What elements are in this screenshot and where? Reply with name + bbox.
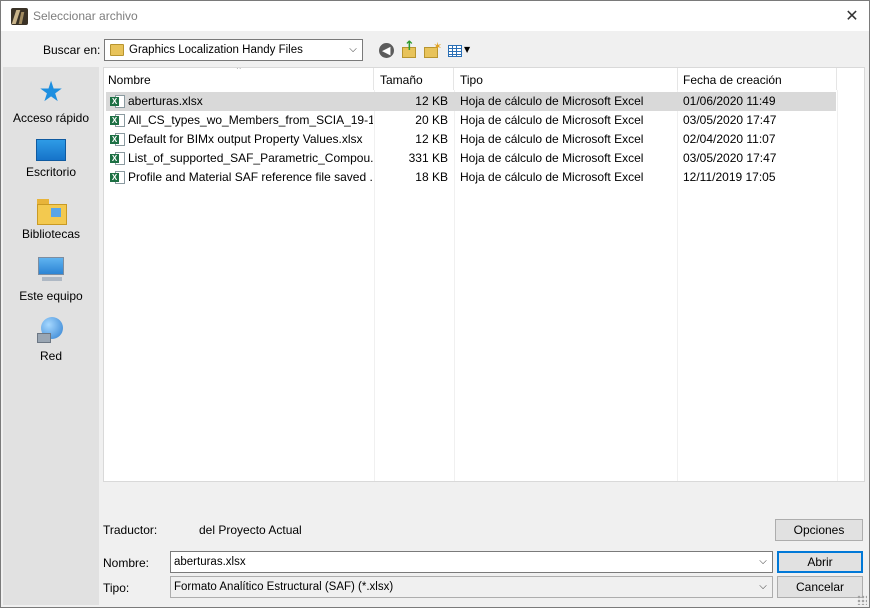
place-this-pc[interactable]: Este equipo: [3, 255, 99, 303]
file-size: 18 KB: [415, 170, 448, 184]
file-type: Hoja de cálculo de Microsoft Excel: [460, 113, 644, 127]
place-label: Escritorio: [25, 165, 76, 179]
file-row[interactable]: X Profile and Material SAF reference fil…: [106, 168, 836, 187]
file-row[interactable]: X aberturas.xlsx 12 KB Hoja de cálculo d…: [106, 92, 836, 111]
back-button[interactable]: ◀: [378, 42, 396, 60]
view-menu-button[interactable]: ▼: [447, 42, 473, 60]
file-open-dialog: Seleccionar archivo ✕ Buscar en: Graphic…: [0, 0, 870, 608]
app-logo-icon: [11, 8, 28, 25]
chevron-down-icon[interactable]: ⌵: [756, 555, 770, 569]
file-name: aberturas.xlsx: [128, 94, 203, 108]
column-header-size[interactable]: Tamaño: [376, 68, 454, 90]
place-label: Bibliotecas: [21, 227, 81, 241]
column-header-created[interactable]: Fecha de creación: [679, 68, 837, 90]
file-name: All_CS_types_wo_Members_from_SCIA_19-1..…: [128, 113, 373, 127]
column-header-name[interactable]: Nombre: [104, 68, 374, 90]
file-created: 03/05/2020 17:47: [683, 151, 777, 165]
chevron-down-icon[interactable]: ⌵: [756, 580, 770, 594]
excel-file-icon: X: [110, 170, 125, 185]
translator-label: Traductor:: [103, 523, 158, 537]
file-type: Hoja de cálculo de Microsoft Excel: [460, 132, 644, 146]
file-created: 01/06/2020 11:49: [683, 94, 776, 108]
options-button[interactable]: Opciones: [775, 519, 863, 541]
filename-value[interactable]: aberturas.xlsx: [174, 556, 246, 568]
excel-file-icon: X: [110, 94, 125, 109]
file-name: Default for BIMx output Property Values.…: [128, 132, 363, 146]
place-libraries[interactable]: Bibliotecas: [3, 195, 99, 241]
folder-icon: [110, 44, 124, 56]
places-bar: ★ Acceso rápido Escritorio Bibliotecas E…: [3, 67, 99, 605]
file-name: Profile and Material SAF reference file …: [128, 170, 373, 184]
place-desktop[interactable]: Escritorio: [3, 133, 99, 179]
place-label: Este equipo: [19, 289, 83, 303]
place-quick-access[interactable]: ★ Acceso rápido: [3, 75, 99, 126]
this-pc-icon: [36, 257, 66, 285]
file-type: Hoja de cálculo de Microsoft Excel: [460, 151, 644, 165]
title-bar: Seleccionar archivo ✕: [1, 1, 869, 31]
place-label: Red: [39, 349, 62, 363]
desktop-icon: [36, 139, 66, 161]
file-size: 331 KB: [408, 151, 448, 165]
file-created: 12/11/2019 17:05: [683, 170, 776, 184]
filename-label: Nombre:: [103, 556, 150, 570]
excel-file-icon: X: [110, 151, 125, 166]
cancel-button[interactable]: Cancelar: [777, 576, 863, 598]
file-row[interactable]: X Default for BIMx output Property Value…: [106, 130, 836, 149]
translator-value: del Proyecto Actual: [199, 523, 302, 537]
filetype-dropdown[interactable]: Formato Analítico Estructural (SAF) (*.x…: [170, 576, 773, 598]
look-in-label: Buscar en:: [43, 43, 101, 57]
file-created: 02/04/2020 11:07: [683, 132, 776, 146]
file-size: 12 KB: [415, 94, 448, 108]
file-size: 20 KB: [415, 113, 448, 127]
up-one-level-button[interactable]: ↑: [400, 39, 418, 60]
file-row[interactable]: X All_CS_types_wo_Members_from_SCIA_19-1…: [106, 111, 836, 130]
quick-access-star-icon: ★: [38, 75, 64, 108]
column-header-type[interactable]: Tipo: [456, 68, 678, 90]
filetype-value: Formato Analítico Estructural (SAF) (*.x…: [174, 581, 394, 593]
resize-grip-icon[interactable]: [857, 595, 867, 605]
place-label: Acceso rápido: [12, 111, 90, 125]
libraries-icon: [37, 199, 67, 225]
look-in-dropdown[interactable]: Graphics Localization Handy Files ⌵: [104, 39, 363, 61]
new-folder-button[interactable]: ✶: [423, 40, 442, 60]
place-network[interactable]: Red: [3, 315, 99, 363]
network-icon: [37, 317, 65, 345]
open-button[interactable]: Abrir: [777, 551, 863, 573]
file-row[interactable]: X List_of_supported_SAF_Parametric_Compo…: [106, 149, 836, 168]
filetype-label: Tipo:: [103, 581, 130, 595]
close-button[interactable]: ✕: [841, 5, 863, 27]
file-size: 12 KB: [415, 132, 448, 146]
view-grid-icon: [448, 45, 462, 57]
file-type: Hoja de cálculo de Microsoft Excel: [460, 94, 644, 108]
file-list[interactable]: ⌃ Nombre Tamaño Tipo Fecha de creación X…: [103, 67, 865, 482]
dropdown-arrow-icon: ▼: [464, 45, 471, 54]
look-in-value: Graphics Localization Handy Files: [129, 44, 303, 56]
file-created: 03/05/2020 17:47: [683, 113, 777, 127]
file-name: List_of_supported_SAF_Parametric_Compou.…: [128, 151, 373, 165]
chevron-down-icon[interactable]: ⌵: [346, 43, 360, 57]
excel-file-icon: X: [110, 113, 125, 128]
file-type: Hoja de cálculo de Microsoft Excel: [460, 170, 644, 184]
excel-file-icon: X: [110, 132, 125, 147]
window-title: Seleccionar archivo: [33, 9, 138, 23]
filename-combo[interactable]: aberturas.xlsx ⌵: [170, 551, 773, 573]
